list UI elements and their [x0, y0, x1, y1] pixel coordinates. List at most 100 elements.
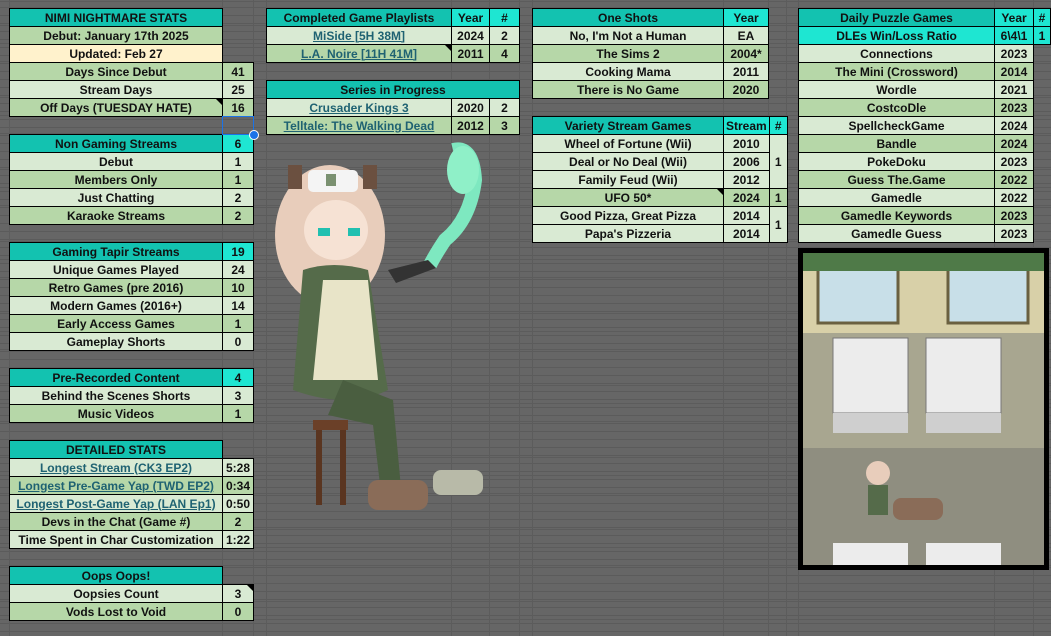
cell-value[interactable]: # [768, 116, 788, 135]
cell-label[interactable]: PokeDoku [798, 152, 995, 171]
cell-label[interactable]: Gamedle Guess [798, 224, 995, 243]
cell-value[interactable]: 2011 [723, 62, 769, 81]
cell-value[interactable]: 14 [222, 296, 254, 315]
cell-value[interactable]: 2020 [451, 98, 490, 117]
cell-value[interactable]: 1 [768, 188, 788, 207]
cell-value[interactable]: 2023 [994, 224, 1034, 243]
cell-value[interactable]: 2014 [723, 206, 770, 225]
cell-label[interactable]: Gamedle Keywords [798, 206, 995, 225]
cell-value[interactable]: 1 [768, 134, 788, 189]
cell-value[interactable]: 0 [222, 332, 254, 351]
cell-label[interactable]: Papa's Pizzeria [532, 224, 724, 243]
cell-label[interactable]: Deal or No Deal (Wii) [532, 152, 724, 171]
cell-label[interactable]: SpellcheckGame [798, 116, 995, 135]
cell-label[interactable]: Oopsies Count [9, 584, 223, 603]
cell-label[interactable]: Family Feud (Wii) [532, 170, 724, 189]
cell-label[interactable]: Connections [798, 44, 995, 63]
cell-label[interactable]: There is No Game [532, 80, 724, 99]
cell-label[interactable]: Longest Stream (CK3 EP2) [9, 458, 223, 477]
cell-label[interactable]: UFO 50* [532, 188, 724, 207]
cell-label[interactable]: Telltale: The Walking Dead [266, 116, 452, 135]
cell-label[interactable]: Days Since Debut [9, 62, 223, 81]
cell-value[interactable]: 3 [222, 386, 254, 405]
cell-label[interactable]: Updated: Feb 27 [9, 44, 223, 63]
cell-value[interactable]: EA [723, 26, 769, 45]
cell-label[interactable]: Off Days (TUESDAY HATE) [9, 98, 223, 117]
cell-value[interactable]: 1 [222, 152, 254, 171]
cell-value[interactable]: 2022 [994, 170, 1034, 189]
cell-label[interactable]: Stream Days [9, 80, 223, 99]
cell-label[interactable]: Good Pizza, Great Pizza [532, 206, 724, 225]
cell-label[interactable]: MiSide [5H 38M] [266, 26, 452, 45]
cell-value[interactable]: 1 [768, 206, 788, 243]
selection-fill-handle[interactable] [249, 130, 259, 140]
cell-value[interactable]: Year [994, 8, 1034, 27]
cell-value[interactable]: 3 [489, 116, 520, 135]
cell-value[interactable]: 41 [222, 62, 254, 81]
cell-label[interactable]: DETAILED STATS [9, 440, 223, 459]
cell-label[interactable]: Guess The.Game [798, 170, 995, 189]
cell-label[interactable]: Members Only [9, 170, 223, 189]
cell-label[interactable]: L.A. Noire [11H 41M] [266, 44, 452, 63]
cell-link[interactable]: Longest Pre-Game Yap (TWD EP2) [18, 479, 214, 493]
cell-label[interactable]: Variety Stream Games [532, 116, 724, 135]
cell-value[interactable]: 2004* [723, 44, 769, 63]
cell-value[interactable]: 1 [222, 314, 254, 333]
cell-label[interactable]: Pre-Recorded Content [9, 368, 223, 387]
cell-label[interactable]: No, I'm Not a Human [532, 26, 724, 45]
cell-label[interactable]: NIMI NIGHTMARE STATS [9, 8, 223, 27]
cell-value[interactable]: 2012 [723, 170, 770, 189]
cell-label[interactable]: Karaoke Streams [9, 206, 223, 225]
cell-value[interactable]: 4 [222, 368, 254, 387]
cell-label[interactable]: Debut [9, 152, 223, 171]
cell-value[interactable]: 2024 [723, 188, 770, 207]
cell-value[interactable]: Stream [723, 116, 770, 135]
cell-value[interactable]: 2012 [451, 116, 490, 135]
cell-value[interactable]: 19 [222, 242, 254, 261]
cell-value[interactable]: 0:34 [222, 476, 254, 495]
cell-value[interactable]: 2024 [994, 134, 1034, 153]
cell-label[interactable]: Gameplay Shorts [9, 332, 223, 351]
cell-label[interactable]: Longest Pre-Game Yap (TWD EP2) [9, 476, 223, 495]
cell-value[interactable]: 4 [489, 44, 520, 63]
cell-value[interactable]: 2023 [994, 152, 1034, 171]
cell-value[interactable]: 2010 [723, 134, 770, 153]
cell-label[interactable]: CostcoDle [798, 98, 995, 117]
cell-label[interactable]: The Mini (Crossword) [798, 62, 995, 81]
cell-value[interactable]: 2014 [723, 224, 770, 243]
cell-value[interactable]: 25 [222, 80, 254, 99]
cell-label[interactable]: Gaming Tapir Streams [9, 242, 223, 261]
cell-value[interactable]: 2023 [994, 206, 1034, 225]
cell-value[interactable]: 2023 [994, 98, 1034, 117]
cell-label[interactable]: Cooking Mama [532, 62, 724, 81]
cell-value[interactable]: 2006 [723, 152, 770, 171]
cell-value[interactable]: # [489, 8, 520, 27]
cell-value[interactable]: 2 [222, 512, 254, 531]
cell-label[interactable]: Wordle [798, 80, 995, 99]
cell-label[interactable]: Daily Puzzle Games [798, 8, 995, 27]
cell-value[interactable]: # [1033, 8, 1051, 27]
cell-value[interactable]: 2020 [723, 80, 769, 99]
cell-label[interactable]: Devs in the Chat (Game #) [9, 512, 223, 531]
cell-link[interactable]: Crusader Kings 3 [309, 101, 408, 115]
cell-value[interactable]: Year [723, 8, 769, 27]
cell-value[interactable]: 10 [222, 278, 254, 297]
cell-label[interactable]: Vods Lost to Void [9, 602, 223, 621]
cell-label[interactable]: Gamedle [798, 188, 995, 207]
cell-value[interactable]: 2 [222, 206, 254, 225]
cell-link[interactable]: Telltale: The Walking Dead [284, 119, 435, 133]
cell-label[interactable]: One Shots [532, 8, 724, 27]
cell-value[interactable]: 2 [222, 188, 254, 207]
cell-value[interactable]: Year [451, 8, 490, 27]
cell-label[interactable]: Debut: January 17th 2025 [9, 26, 223, 45]
cell-value[interactable]: 2024 [451, 26, 490, 45]
cell-label[interactable]: Completed Game Playlists [266, 8, 452, 27]
cell-value[interactable]: 0 [222, 602, 254, 621]
cell-label[interactable]: Series in Progress [266, 80, 520, 99]
cell-label[interactable]: DLEs Win/Loss Ratio [798, 26, 995, 45]
cell-value[interactable]: 0:50 [222, 494, 254, 513]
cell-value[interactable]: 1 [222, 170, 254, 189]
cell-value[interactable]: 2021 [994, 80, 1034, 99]
cell-value[interactable]: 1 [222, 404, 254, 423]
cell-value[interactable]: 16 [222, 98, 254, 117]
